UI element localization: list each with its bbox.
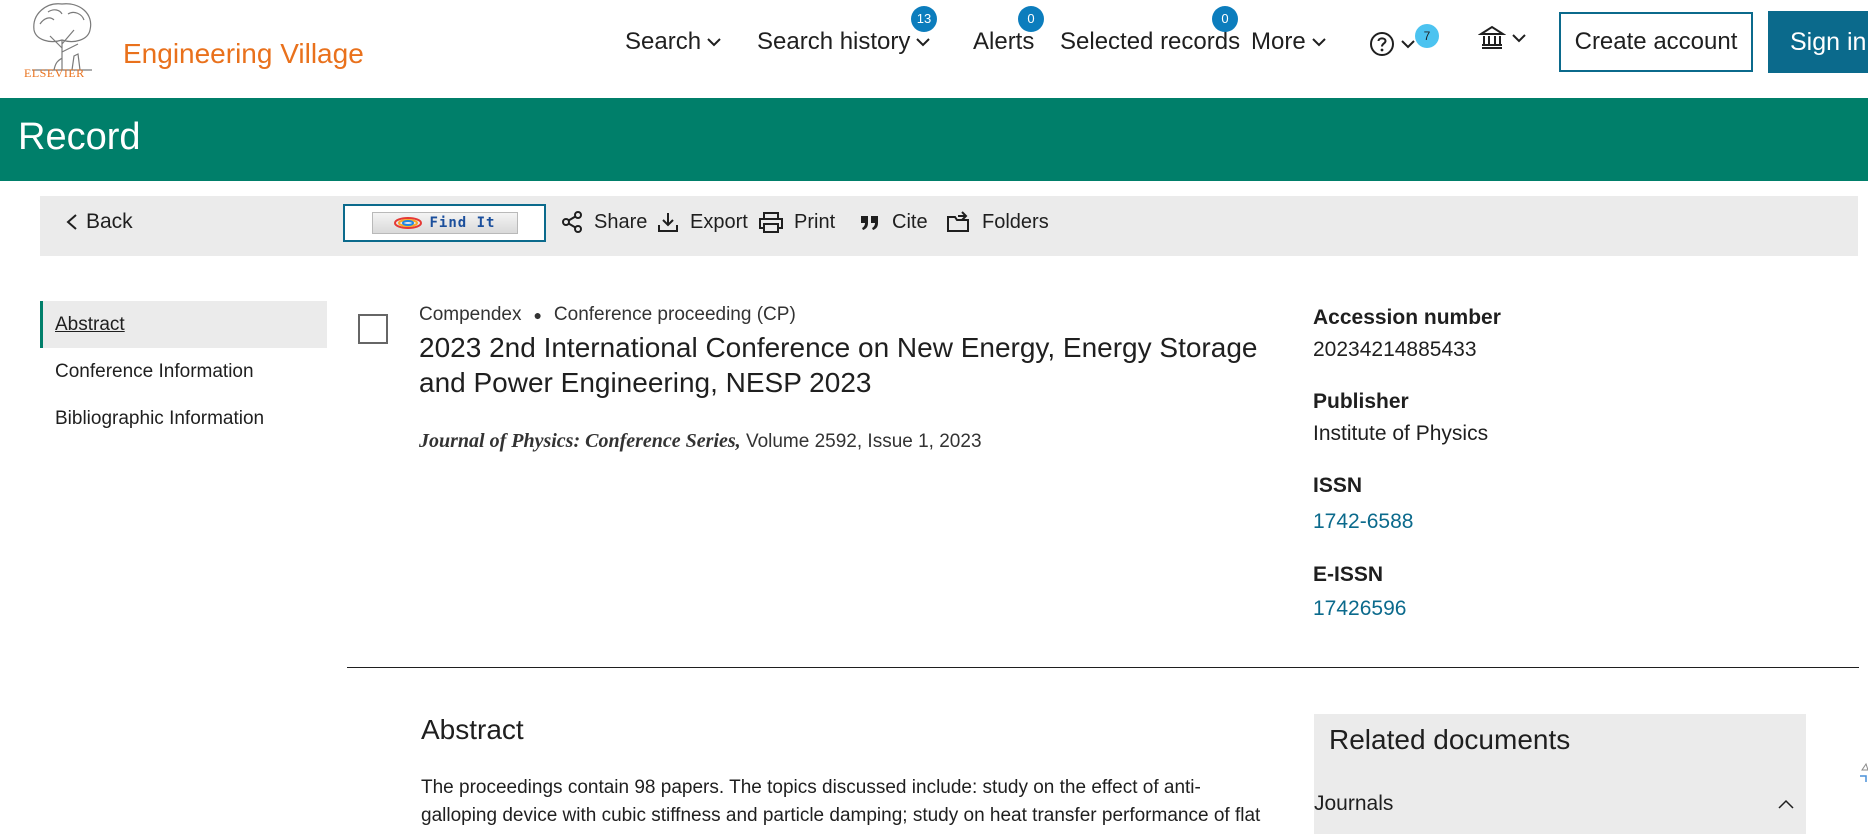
find-it-label: Find It <box>429 215 496 231</box>
publisher-value: Institute of Physics <box>1313 422 1489 445</box>
chevron-left-icon <box>66 214 77 230</box>
accession-number-label: Accession number <box>1313 306 1501 329</box>
find-it-button[interactable]: Find It <box>343 204 546 242</box>
nav-more-label: More <box>1251 28 1306 55</box>
issn-label: ISSN <box>1313 474 1363 497</box>
institution-icon <box>1478 25 1506 49</box>
nav-search-history[interactable]: Search history <box>757 24 932 60</box>
section-link-conference-information[interactable]: Conference Information <box>40 348 327 395</box>
find-it-logo: Find It <box>371 212 518 234</box>
folder-add-icon <box>947 211 969 232</box>
select-record-checkbox[interactable] <box>358 314 388 344</box>
related-documents-panel: Related documents Journals <box>1314 714 1806 834</box>
share-label: Share <box>594 210 648 233</box>
help-count-badge: 7 <box>1415 24 1439 48</box>
share-icon <box>562 211 582 233</box>
quote-icon <box>861 216 878 230</box>
nav-search-label: Search <box>625 28 702 55</box>
search-history-count-badge: 13 <box>911 6 937 32</box>
publisher-block: Publisher Institute of Physics <box>1313 390 1488 446</box>
sign-in-button[interactable]: Sign in <box>1768 11 1868 73</box>
export-label: Export <box>690 210 748 233</box>
record-meta: Compendex ● Conference proceeding (CP) <box>419 304 796 326</box>
nav-alerts-label: Alerts <box>973 28 1035 55</box>
issn-link[interactable]: 1742-6588 <box>1313 510 1413 534</box>
back-button[interactable]: Back <box>56 210 133 234</box>
journal-name: Journal of Physics: Conference Series, <box>419 430 741 452</box>
cite-label: Cite <box>892 210 928 233</box>
institution-menu[interactable] <box>1478 20 1528 56</box>
folders-label: Folders <box>982 210 1049 233</box>
abstract-text: The proceedings contain 98 papers. The t… <box>421 777 1261 834</box>
top-header: ELSEVIER Engineering Village Search Sear… <box>0 0 1868 98</box>
separator-dot: ● <box>533 307 542 323</box>
record-section-nav: Abstract Conference Information Bibliogr… <box>40 301 327 442</box>
issn-block: ISSN 1742-6588 <box>1313 474 1413 534</box>
section-link-bibliographic-information[interactable]: Bibliographic Information <box>40 395 327 442</box>
source-citation: Journal of Physics: Conference Series, V… <box>419 430 982 453</box>
app-title[interactable]: Engineering Village <box>123 38 364 70</box>
volume-issue: Volume 2592, Issue 1, 2023 <box>740 431 982 452</box>
record-toolbar: Back Find It Share Export Print Cite Fol… <box>40 196 1858 256</box>
find-it-swirl-icon <box>394 217 423 229</box>
accession-number-value: 20234214885433 <box>1313 338 1477 361</box>
related-journals-toggle-label[interactable]: Journals <box>1314 792 1393 816</box>
alerts-count-badge: 0 <box>1018 6 1044 32</box>
record-banner: Record <box>0 98 1868 181</box>
nav-search-history-label: Search history <box>757 28 911 55</box>
publisher-label: Publisher <box>1313 390 1409 413</box>
section-link-abstract[interactable]: Abstract <box>40 301 327 348</box>
abstract-heading: Abstract <box>421 714 524 745</box>
selected-records-count-badge: 0 <box>1212 6 1238 32</box>
accession-number-block: Accession number 20234214885433 <box>1313 306 1501 362</box>
nav-selected-records[interactable]: Selected records <box>1060 24 1240 60</box>
folders-button[interactable]: Folders <box>946 210 1049 234</box>
create-account-button[interactable]: Create account <box>1559 12 1753 72</box>
eissn-link[interactable]: 17426596 <box>1313 597 1406 621</box>
record-title: 2023 2nd International Conference on New… <box>419 332 1258 398</box>
export-button[interactable]: Export <box>656 210 748 234</box>
share-button[interactable]: Share <box>560 210 647 234</box>
section-divider <box>347 667 1859 668</box>
related-documents-heading: Related documents <box>1329 724 1571 755</box>
cite-button[interactable]: Cite <box>858 210 928 234</box>
document-type-label: Conference proceeding (CP) <box>553 304 796 325</box>
eissn-label: E-ISSN <box>1313 563 1384 586</box>
nav-selected-records-label: Selected records <box>1060 28 1241 55</box>
nav-more[interactable]: More <box>1251 24 1328 60</box>
elsevier-wordmark: ELSEVIER <box>24 66 85 80</box>
nav-search[interactable]: Search <box>625 24 723 60</box>
printer-icon <box>759 212 783 233</box>
help-icon <box>1370 32 1394 56</box>
back-label: Back <box>86 210 133 233</box>
chevron-down-icon <box>707 38 721 47</box>
print-button[interactable]: Print <box>758 210 835 234</box>
download-icon <box>658 213 678 232</box>
help-menu[interactable] <box>1369 26 1417 62</box>
chevron-down-icon <box>1311 38 1326 47</box>
database-label: Compendex <box>419 304 522 325</box>
print-label: Print <box>794 210 836 233</box>
chevron-up-icon[interactable] <box>1776 796 1796 812</box>
eissn-block: E-ISSN 17426596 <box>1313 563 1406 621</box>
chevron-down-icon <box>916 38 931 47</box>
feedback-star-icon[interactable] <box>1856 762 1868 782</box>
chevron-down-icon <box>1512 34 1526 43</box>
page-title: Record <box>18 116 141 158</box>
